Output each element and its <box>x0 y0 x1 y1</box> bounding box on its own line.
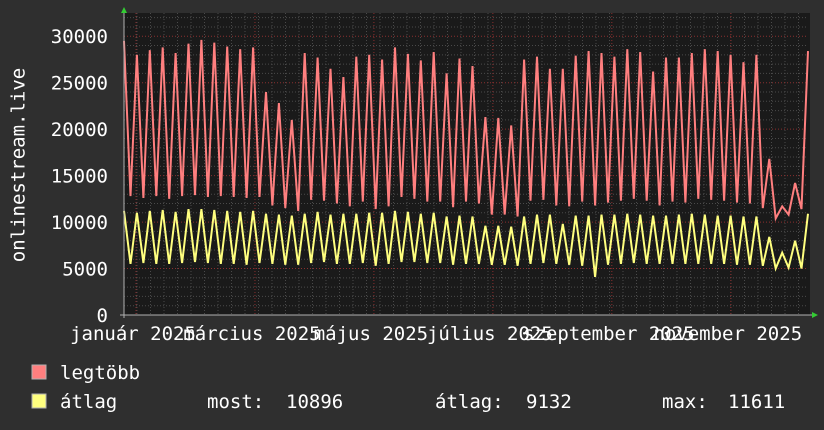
y-tick-label: 30000 <box>51 26 108 48</box>
legend-stat-average-label: átlag: <box>435 391 504 413</box>
x-tick-label: május 2025 <box>314 323 428 345</box>
legend-swatch-max <box>31 364 47 380</box>
y-tick-label: 5000 <box>62 259 108 281</box>
chart-panel: 0 5000 10000 15000 20000 25000 30000 január 20… <box>0 0 824 430</box>
legend-label-avg: átlag <box>60 391 117 413</box>
x-tick-label: november 2025 <box>653 323 802 345</box>
y-axis-title: onlinestream.live <box>8 68 30 262</box>
y-axis-arrow-icon <box>121 7 127 13</box>
legend-stat-max-label: max: <box>662 391 708 413</box>
x-axis-arrow-icon <box>812 312 818 318</box>
y-tick-label: 20000 <box>51 119 108 141</box>
legend-stat-current-label: most: <box>207 391 264 413</box>
legend-label-max: legtöbb <box>60 362 140 384</box>
legend-stat-max-value: 11611 <box>728 391 785 413</box>
traffic-chart: 050001000015000200002500030000 január 20… <box>8 7 818 413</box>
y-tick-label: 10000 <box>51 212 108 234</box>
x-tick-label: január 2025 <box>70 323 196 345</box>
legend-swatch-avg <box>31 393 47 409</box>
y-axis-tick-labels: 050001000015000200002500030000 <box>51 26 108 327</box>
y-tick-label: 25000 <box>51 73 108 95</box>
legend-stat-average-value: 9132 <box>526 391 572 413</box>
x-axis-tick-labels: január 2025március 2025május 2025július … <box>70 323 802 345</box>
x-tick-label: március 2025 <box>183 323 320 345</box>
legend-stat-current-value: 10896 <box>286 391 343 413</box>
y-tick-label: 15000 <box>51 166 108 188</box>
